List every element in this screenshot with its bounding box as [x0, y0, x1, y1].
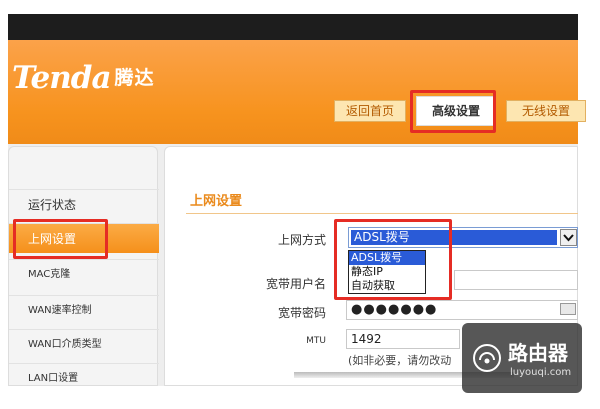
sidebar-item-mac-clone[interactable]: MAC克隆 — [9, 259, 159, 289]
tenda-logo: Tenda 腾达 — [12, 60, 155, 96]
mtu-note: (如非必要，请勿改动 — [348, 354, 452, 367]
chevron-down-icon[interactable] — [560, 229, 577, 246]
mode-label: 上网方式 — [277, 233, 326, 247]
username-label: 宽带用户名 — [265, 277, 326, 291]
watermark: 路由器 luyouqi.com — [462, 323, 582, 393]
mode-option-dhcp[interactable]: 自动获取 — [349, 279, 425, 293]
password-input[interactable]: ●●●●●●● — [346, 300, 578, 320]
logo-text: Tenda — [12, 60, 112, 96]
tab-advanced-settings[interactable]: 高级设置 — [416, 96, 496, 126]
username-input[interactable] — [454, 270, 578, 290]
mtu-input[interactable]: 1492 — [346, 329, 460, 349]
sidebar-item-lan-settings[interactable]: LAN口设置 — [9, 363, 159, 393]
mode-dropdown: ADSL拨号 静态IP 自动获取 — [348, 250, 426, 294]
tab-home[interactable]: 返回首页 — [334, 100, 406, 122]
section-divider — [186, 213, 578, 214]
mode-option-adsl[interactable]: ADSL拨号 — [349, 251, 425, 265]
mtu-label: MTU — [306, 336, 326, 346]
watermark-title: 路由器 — [508, 341, 568, 365]
sidebar-item-wan-media[interactable]: WAN口介质类型 — [9, 329, 159, 359]
password-label: 宽带密码 — [277, 306, 326, 320]
sidebar-item-internet-settings[interactable]: 上网设置 — [9, 223, 159, 253]
logo-cn-text: 腾达 — [114, 67, 155, 89]
router-logo-icon — [473, 344, 501, 372]
browser-top-bar — [8, 14, 578, 40]
mode-option-static-ip[interactable]: 静态IP — [349, 265, 425, 279]
sidebar-item-status[interactable]: 运行状态 — [9, 189, 159, 219]
mode-select[interactable]: ADSL拨号 — [348, 227, 578, 248]
sidebar-item-wan-speed[interactable]: WAN速率控制 — [9, 295, 159, 325]
tab-wireless-settings[interactable]: 无线设置 — [506, 100, 586, 122]
keyboard-icon[interactable] — [560, 303, 576, 315]
watermark-site: luyouqi.com — [510, 367, 572, 378]
mode-select-value: ADSL拨号 — [351, 230, 557, 245]
section-title: 上网设置 — [190, 194, 243, 209]
sidebar: 运行状态 上网设置 MAC克隆 WAN速率控制 WAN口介质类型 LAN口设置 — [8, 146, 159, 386]
